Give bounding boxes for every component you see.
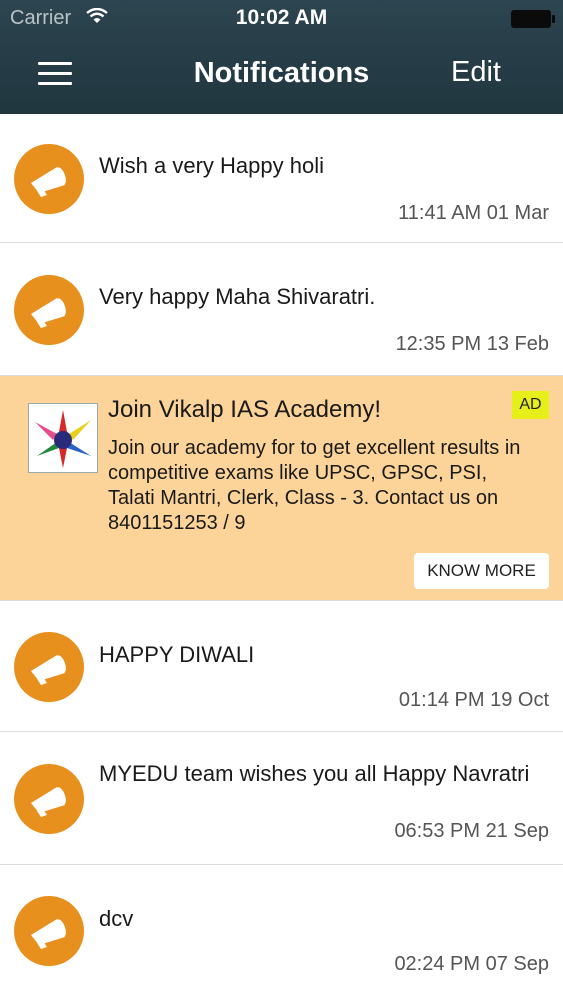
top-bar: Carrier 10:02 AM Notifications Edit bbox=[0, 0, 563, 114]
battery-icon bbox=[511, 10, 555, 28]
notification-message: HAPPY DIWALI bbox=[99, 642, 255, 667]
megaphone-icon bbox=[14, 896, 84, 966]
ad-badge: AD bbox=[512, 391, 549, 419]
megaphone-icon bbox=[14, 275, 84, 345]
notification-time: 12:35 PM 13 Feb bbox=[395, 333, 549, 355]
ad-title: Join Vikalp IAS Academy! bbox=[108, 396, 382, 423]
ad-body: Join our academy for to get excellent re… bbox=[108, 437, 521, 534]
status-bar: Carrier 10:02 AM bbox=[0, 0, 563, 38]
notification-message: MYEDU team wishes you all Happy Navratri bbox=[99, 761, 530, 786]
notification-message: dcv bbox=[99, 906, 134, 931]
notification-message: Very happy Maha Shivaratri. bbox=[99, 284, 376, 309]
notification-time: 11:41 AM 01 Mar bbox=[398, 202, 549, 224]
notification-time: 06:53 PM 21 Sep bbox=[394, 820, 549, 842]
status-time: 10:02 AM bbox=[235, 6, 328, 29]
notification-row[interactable]: MYEDU team wishes you all Happy Navratri… bbox=[0, 732, 563, 865]
notification-message: Wish a very Happy holi bbox=[99, 153, 324, 178]
notification-row[interactable]: HAPPY DIWALI 01:14 PM 19 Oct bbox=[0, 601, 563, 732]
know-more-button[interactable]: KNOW MORE bbox=[414, 553, 549, 589]
megaphone-icon bbox=[14, 144, 84, 214]
notification-time: 02:24 PM 07 Sep bbox=[394, 953, 549, 975]
notification-row[interactable]: dcv 02:24 PM 07 Sep bbox=[0, 865, 563, 1000]
academy-logo bbox=[28, 403, 98, 473]
notification-time: 01:14 PM 19 Oct bbox=[398, 689, 549, 711]
megaphone-icon bbox=[14, 764, 84, 834]
notification-row[interactable]: Very happy Maha Shivaratri. 12:35 PM 13 … bbox=[0, 243, 563, 376]
navigation-bar: Notifications Edit bbox=[0, 38, 563, 114]
edit-button[interactable]: Edit bbox=[451, 56, 501, 89]
notification-row[interactable]: Wish a very Happy holi 11:41 AM 01 Mar bbox=[0, 114, 563, 243]
megaphone-icon bbox=[14, 632, 84, 702]
